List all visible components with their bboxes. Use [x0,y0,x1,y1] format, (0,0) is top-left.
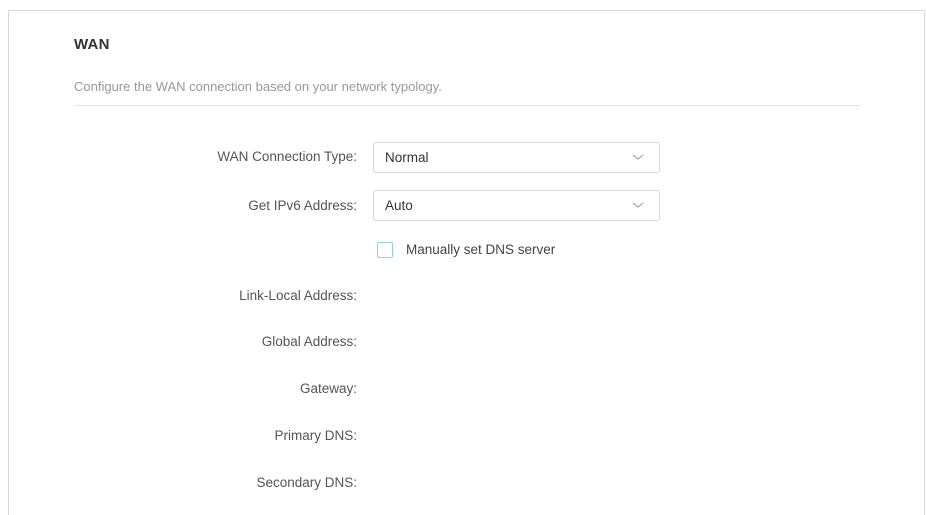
wan-connection-type-value: Normal [385,150,429,165]
wan-connection-type-select[interactable]: Normal [373,142,660,173]
section-title: WAN [74,36,110,53]
primary-dns-label: Primary DNS: [274,428,357,443]
section-description: Configure the WAN connection based on yo… [74,79,442,94]
section-divider [74,105,860,106]
global-address-label: Global Address: [261,334,357,349]
ipv6-address-value: Auto [385,198,413,213]
wan-panel: WAN Configure the WAN connection based o… [8,10,925,515]
link-local-address-label: Link-Local Address: [239,288,357,303]
chevron-down-icon [632,154,644,160]
gateway-label: Gateway: [299,381,357,396]
ipv6-address-select[interactable]: Auto [373,190,660,221]
ipv6-address-label: Get IPv6 Address: [248,198,357,213]
secondary-dns-label: Secondary DNS: [256,475,357,490]
chevron-down-icon [632,202,644,208]
wan-connection-type-label: WAN Connection Type: [217,149,357,164]
manual-dns-checkbox[interactable] [377,242,393,258]
manual-dns-label: Manually set DNS server [406,242,556,257]
